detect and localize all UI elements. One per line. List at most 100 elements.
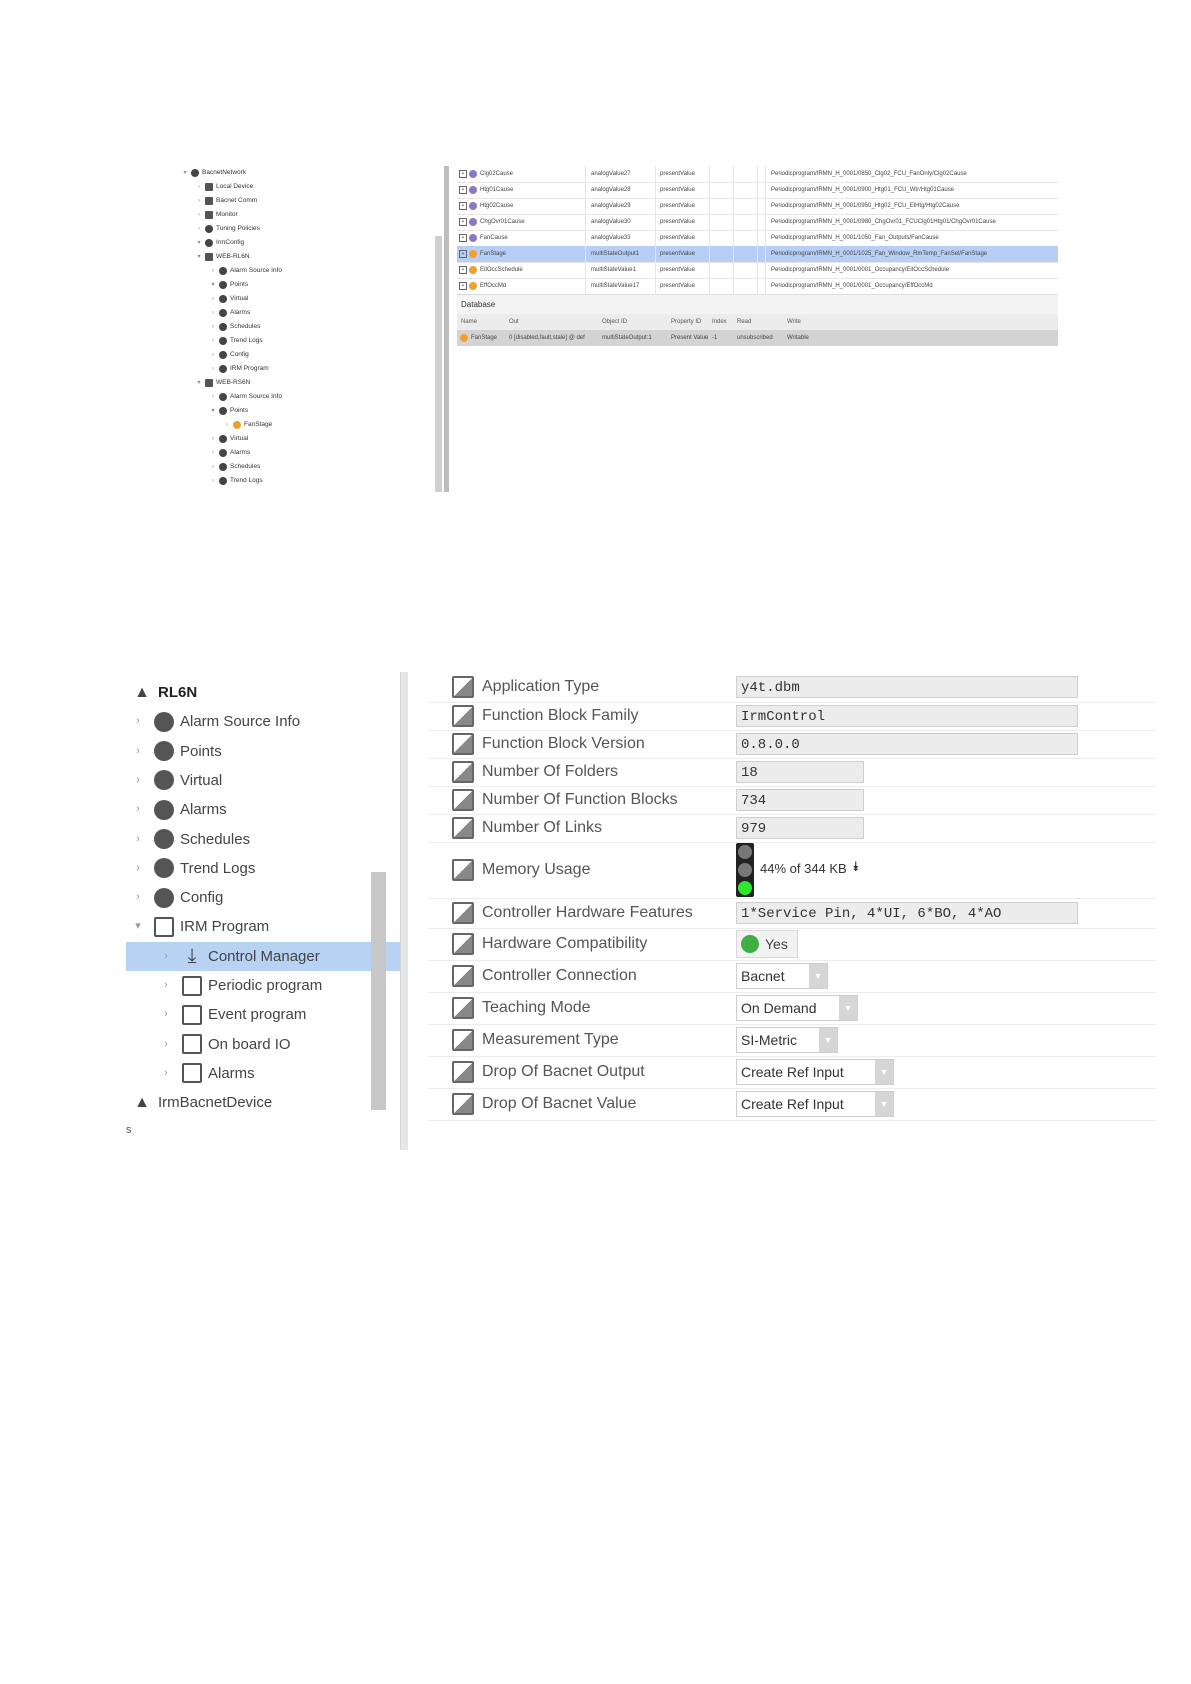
expand-arrow-icon[interactable]: ›	[210, 334, 216, 348]
tree-item[interactable]: › Points	[126, 737, 372, 766]
expand-arrow-icon[interactable]: ›	[196, 222, 202, 236]
expand-arrow-icon[interactable]: ›	[210, 432, 216, 446]
column-header[interactable]: Name	[461, 314, 477, 330]
expand-toggle-icon[interactable]: +	[459, 218, 467, 226]
column-header[interactable]: Out	[509, 314, 519, 330]
expand-toggle-icon[interactable]: +	[459, 186, 467, 194]
expand-arrow-icon[interactable]: ›	[132, 825, 144, 854]
table-row[interactable]: + EffOccMd multiStateValue17 presentValue Pe…	[457, 278, 1058, 294]
property-dropdown[interactable]: SI-Metric ▼	[736, 1027, 838, 1053]
tree-item[interactable]: ▲ IrmBacnetDevice	[126, 1088, 372, 1117]
table-row[interactable]: + Htg01Cause analogValue28 presentValue Peri…	[457, 182, 1058, 199]
expand-arrow-icon[interactable]: ›	[210, 348, 216, 362]
expand-arrow-icon[interactable]: ▾	[210, 404, 216, 418]
expand-arrow-icon[interactable]: ▾	[196, 250, 202, 264]
property-dropdown[interactable]: Bacnet ▼	[736, 963, 828, 989]
expand-toggle-icon[interactable]: +	[459, 170, 467, 178]
tree-item[interactable]: › Bacnet Comm	[196, 194, 257, 208]
chevron-down-icon[interactable]: ▼	[875, 1092, 893, 1116]
column-header[interactable]: Read	[737, 314, 751, 330]
tree-item[interactable]: › Trend Logs	[210, 474, 263, 488]
expand-arrow-icon[interactable]: ›	[210, 362, 216, 376]
expand-arrow-icon[interactable]: ▾	[132, 912, 144, 941]
column-header[interactable]: Write	[787, 314, 801, 330]
tree-item[interactable]: › Alarms	[210, 306, 250, 320]
chevron-down-icon[interactable]: ▼	[875, 1060, 893, 1084]
tree-item[interactable]: › On board IO	[126, 1030, 400, 1059]
expand-down-icon[interactable]: ⯯	[852, 859, 860, 875]
tree-item[interactable]: › ⤓ Control Manager	[126, 941, 400, 971]
property-value-field[interactable]: 1*Service Pin, 4*UI, 6*BO, 4*AO	[736, 902, 1078, 924]
tree-item[interactable]: › Virtual	[210, 292, 248, 306]
expand-arrow-icon[interactable]: ›	[132, 707, 144, 736]
expand-arrow-icon[interactable]: ›	[132, 883, 144, 912]
nav-tree-scrollbar[interactable]	[371, 872, 386, 1110]
database-table-row[interactable]: FanStage 0 [disabled,fault,stale] @ def mu…	[457, 330, 1058, 346]
expand-arrow-icon[interactable]: ›	[210, 320, 216, 334]
tree-item[interactable]: › Alarms	[126, 795, 372, 824]
pane-divider[interactable]	[400, 672, 408, 1150]
expand-arrow-icon[interactable]: ▾	[196, 376, 202, 390]
tree-item[interactable]: › Periodic program	[126, 971, 400, 1000]
tree-item[interactable]: › Config	[210, 348, 249, 362]
expand-arrow-icon[interactable]: ›	[132, 737, 144, 766]
expand-arrow-icon[interactable]: ›	[196, 194, 202, 208]
tree-item[interactable]: › Alarms	[126, 1059, 400, 1088]
property-value-field[interactable]: IrmControl	[736, 705, 1078, 727]
table-row[interactable]: + EitOccSchedule multiStateValue1 presentVa…	[457, 262, 1058, 279]
tree-item[interactable]: › Alarm Source Info	[126, 707, 372, 736]
expand-toggle-icon[interactable]: +	[459, 202, 467, 210]
chevron-down-icon[interactable]: ▼	[819, 1028, 837, 1052]
tree-item[interactable]: › Virtual	[126, 766, 372, 795]
table-row[interactable]: + FanCause analogValue33 presentValue Period…	[457, 230, 1058, 247]
property-dropdown[interactable]: Create Ref Input ▼	[736, 1059, 894, 1085]
tree-item[interactable]: › Schedules	[126, 825, 372, 854]
expand-toggle-icon[interactable]: +	[459, 266, 467, 274]
expand-arrow-icon[interactable]: ›	[210, 390, 216, 404]
tree-item[interactable]: ▾ IrmConfig	[196, 236, 244, 250]
property-value-field[interactable]: 18	[736, 761, 864, 783]
pane-divider[interactable]	[444, 166, 449, 492]
expand-arrow-icon[interactable]: ›	[196, 208, 202, 222]
expand-arrow-icon[interactable]: ›	[160, 1030, 172, 1059]
expand-toggle-icon[interactable]: +	[459, 250, 467, 258]
expand-arrow-icon[interactable]: ›	[210, 474, 216, 488]
tree-item[interactable]: ▲ RL6N	[126, 678, 372, 707]
tree-item[interactable]: › Alarm Source Info	[210, 390, 282, 404]
tree-item[interactable]: ▾ IRM Program	[126, 912, 372, 941]
tree-item[interactable]: › Schedules	[210, 460, 260, 474]
expand-arrow-icon[interactable]: ›	[132, 854, 144, 883]
tree-item[interactable]: › Alarm Source Info	[210, 264, 282, 278]
expand-arrow-icon[interactable]: ›	[132, 766, 144, 795]
expand-arrow-icon[interactable]: ›	[210, 264, 216, 278]
expand-arrow-icon[interactable]: ›	[196, 180, 202, 194]
tree-item[interactable]: ▾ BacnetNetwork	[182, 166, 246, 180]
tree-item[interactable]: › IRM Program	[210, 362, 269, 376]
nav-tree-scrollbar[interactable]	[435, 236, 442, 492]
chevron-down-icon[interactable]: ▼	[809, 964, 827, 988]
table-row[interactable]: + FanStage multiStateOutput1 presentValue Pe…	[457, 246, 1058, 263]
expand-arrow-icon[interactable]: ›	[210, 292, 216, 306]
tree-item[interactable]: › Tuning Policies	[196, 222, 260, 236]
expand-arrow-icon[interactable]: ›	[224, 418, 230, 432]
expand-arrow-icon[interactable]: ›	[160, 971, 172, 1000]
tree-item[interactable]: › FanStage	[224, 418, 272, 432]
property-value-field[interactable]: 0.8.0.0	[736, 733, 1078, 755]
tree-item[interactable]: ▾ WEB-RS6N	[196, 376, 250, 390]
tree-item[interactable]: › Virtual	[210, 432, 248, 446]
column-header[interactable]: Property ID	[671, 314, 701, 330]
tree-item[interactable]: › Trend Logs	[210, 334, 263, 348]
expand-toggle-icon[interactable]: +	[459, 234, 467, 242]
property-value-field[interactable]: y4t.dbm	[736, 676, 1078, 698]
expand-arrow-icon[interactable]: ▾	[182, 166, 188, 180]
column-header[interactable]: Index	[712, 314, 727, 330]
expand-arrow-icon[interactable]: ›	[160, 1059, 172, 1088]
tree-item[interactable]: ▾ Points	[210, 278, 248, 292]
expand-arrow-icon[interactable]: ›	[210, 446, 216, 460]
property-value-field[interactable]: 979	[736, 817, 864, 839]
tree-item[interactable]: › Alarms	[210, 446, 250, 460]
expand-arrow-icon[interactable]: ›	[160, 1000, 172, 1029]
expand-toggle-icon[interactable]: +	[459, 282, 467, 290]
expand-arrow-icon[interactable]: ▾	[210, 278, 216, 292]
tree-item[interactable]: ▾ Points	[210, 404, 248, 418]
